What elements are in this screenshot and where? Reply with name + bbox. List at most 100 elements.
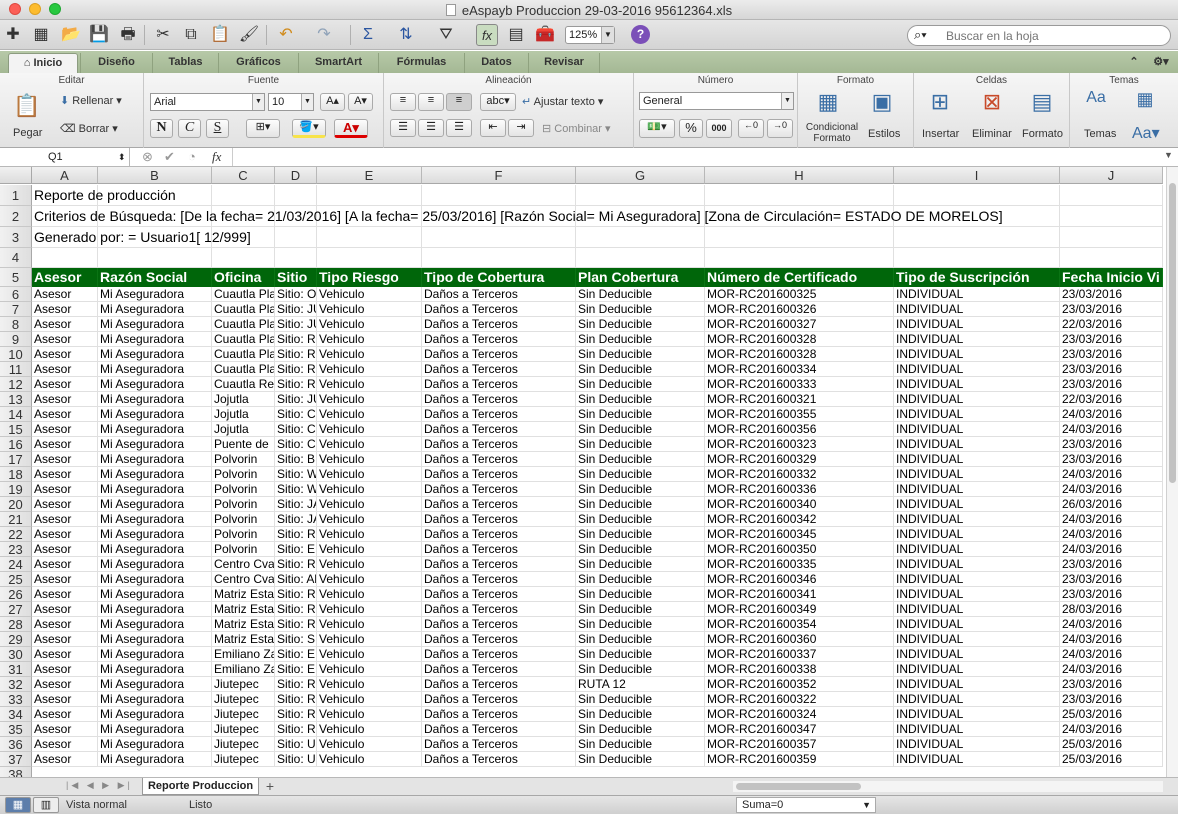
table-cell[interactable]: Mi Aseguradora — [98, 677, 212, 692]
table-cell[interactable]: MOR-RC201600326 — [705, 302, 894, 317]
table-cell[interactable]: Jiutepec — [212, 752, 275, 767]
table-cell[interactable]: Vehiculo — [317, 737, 422, 752]
table-cell[interactable]: Daños a Terceros — [422, 572, 576, 587]
thousands-button[interactable]: 000 — [706, 119, 732, 138]
font-name-select[interactable]: Arial ▼ — [150, 93, 265, 111]
name-box[interactable]: Q1 ⬍ — [0, 148, 130, 166]
column-header-a[interactable]: A — [32, 167, 98, 184]
table-cell[interactable]: Vehiculo — [317, 422, 422, 437]
table-cell[interactable]: Daños a Terceros — [422, 497, 576, 512]
table-cell[interactable]: Mi Aseguradora — [98, 557, 212, 572]
table-cell[interactable]: Cuautla Pla — [212, 347, 275, 362]
table-cell[interactable]: Asesor — [32, 647, 98, 662]
table-cell[interactable]: Mi Aseguradora — [98, 422, 212, 437]
table-cell[interactable]: Asesor — [32, 737, 98, 752]
table-cell[interactable]: MOR-RC201600321 — [705, 392, 894, 407]
table-cell[interactable]: MOR-RC201600332 — [705, 467, 894, 482]
row-header[interactable]: 9 — [0, 332, 32, 347]
table-cell[interactable]: MOR-RC201600334 — [705, 362, 894, 377]
table-cell[interactable]: 24/03/2016 — [1060, 527, 1163, 542]
table-cell[interactable]: Asesor — [32, 632, 98, 647]
table-header-cell[interactable]: Tipo de Cobertura — [422, 268, 576, 287]
horizontal-scroll-thumb[interactable] — [736, 783, 861, 790]
table-cell[interactable]: Vehiculo — [317, 302, 422, 317]
table-cell[interactable]: Mi Aseguradora — [98, 722, 212, 737]
table-cell[interactable]: Vehiculo — [317, 692, 422, 707]
table-cell[interactable]: Sin Deducible — [576, 737, 705, 752]
toolbox-icon[interactable]: 🧰 — [534, 24, 556, 46]
column-header-h[interactable]: H — [705, 167, 894, 184]
table-cell[interactable]: 24/03/2016 — [1060, 512, 1163, 527]
table-cell[interactable]: Vehiculo — [317, 677, 422, 692]
delete-button[interactable]: Eliminar — [972, 128, 1012, 140]
table-cell[interactable]: Asesor — [32, 407, 98, 422]
table-cell[interactable]: Sin Deducible — [576, 482, 705, 497]
table-cell[interactable]: INDIVIDUAL — [894, 422, 1060, 437]
table-cell[interactable]: INDIVIDUAL — [894, 617, 1060, 632]
table-cell[interactable]: Asesor — [32, 332, 98, 347]
row-header[interactable]: 25 — [0, 572, 32, 587]
table-cell[interactable]: Vehiculo — [317, 377, 422, 392]
table-cell[interactable]: Centro Cva — [212, 557, 275, 572]
table-cell[interactable]: INDIVIDUAL — [894, 377, 1060, 392]
templates-icon[interactable]: ▦ — [30, 24, 52, 46]
tab-diseno[interactable]: Diseño — [80, 53, 152, 73]
row-header[interactable]: 26 — [0, 587, 32, 602]
row-header[interactable]: 8 — [0, 317, 32, 332]
table-cell[interactable]: Polvorin — [212, 452, 275, 467]
table-cell[interactable]: INDIVIDUAL — [894, 527, 1060, 542]
undo-icon[interactable]: ↶ — [275, 24, 297, 46]
table-cell[interactable]: Vehiculo — [317, 572, 422, 587]
table-cell[interactable]: INDIVIDUAL — [894, 707, 1060, 722]
table-cell[interactable]: Jiutepec — [212, 692, 275, 707]
table-cell[interactable]: Daños a Terceros — [422, 527, 576, 542]
table-cell[interactable]: INDIVIDUAL — [894, 557, 1060, 572]
table-cell[interactable]: Mi Aseguradora — [98, 752, 212, 767]
table-cell[interactable]: Sitio: R — [275, 602, 317, 617]
table-cell[interactable]: Sitio: JU — [275, 302, 317, 317]
table-cell[interactable]: Sitio: R — [275, 707, 317, 722]
table-cell[interactable]: MOR-RC201600335 — [705, 557, 894, 572]
table-cell[interactable]: Mi Aseguradora — [98, 707, 212, 722]
table-cell[interactable]: Matriz Esta — [212, 617, 275, 632]
vertical-scrollbar[interactable] — [1166, 167, 1178, 777]
table-cell[interactable]: Sitio: W — [275, 482, 317, 497]
table-cell[interactable]: Vehiculo — [317, 752, 422, 767]
table-cell[interactable]: Cuautla Pla — [212, 332, 275, 347]
table-cell[interactable]: MOR-RC201600322 — [705, 692, 894, 707]
table-cell[interactable]: MOR-RC201600328 — [705, 332, 894, 347]
table-cell[interactable]: INDIVIDUAL — [894, 332, 1060, 347]
table-cell[interactable]: Mi Aseguradora — [98, 587, 212, 602]
empty-cell[interactable] — [1060, 248, 1163, 268]
table-cell[interactable]: Sitio: U — [275, 752, 317, 767]
table-cell[interactable]: Sitio: O — [275, 287, 317, 302]
table-header-cell[interactable]: Plan Cobertura — [576, 268, 705, 287]
formula-builder-icon[interactable]: fx — [476, 24, 498, 46]
copy-icon[interactable]: ⧉ — [180, 24, 202, 46]
table-cell[interactable]: Vehiculo — [317, 707, 422, 722]
table-cell[interactable]: Vehiculo — [317, 647, 422, 662]
table-cell[interactable]: 23/03/2016 — [1060, 692, 1163, 707]
table-cell[interactable]: 24/03/2016 — [1060, 617, 1163, 632]
row-header[interactable]: 3 — [0, 227, 32, 248]
table-cell[interactable]: INDIVIDUAL — [894, 737, 1060, 752]
orientation-button[interactable]: abc▾ — [480, 93, 516, 111]
table-cell[interactable]: Sin Deducible — [576, 632, 705, 647]
table-cell[interactable]: 24/03/2016 — [1060, 662, 1163, 677]
table-cell[interactable]: Sin Deducible — [576, 512, 705, 527]
row-header[interactable]: 37 — [0, 752, 32, 767]
table-cell[interactable]: MOR-RC201600350 — [705, 542, 894, 557]
table-cell[interactable]: MOR-RC201600356 — [705, 422, 894, 437]
table-cell[interactable]: 23/03/2016 — [1060, 362, 1163, 377]
formula-input[interactable] — [232, 148, 1162, 166]
sum-select[interactable]: Suma=0 ▼ — [736, 797, 876, 813]
table-cell[interactable]: 24/03/2016 — [1060, 407, 1163, 422]
add-sheet-button[interactable]: + — [261, 779, 279, 794]
column-header-d[interactable]: D — [275, 167, 317, 184]
empty-cell[interactable] — [317, 248, 422, 268]
increase-font-icon[interactable]: A▴ — [320, 93, 345, 111]
row-header[interactable]: 19 — [0, 482, 32, 497]
empty-cell[interactable] — [576, 248, 705, 268]
table-cell[interactable]: MOR-RC201600346 — [705, 572, 894, 587]
row-header[interactable]: 18 — [0, 467, 32, 482]
